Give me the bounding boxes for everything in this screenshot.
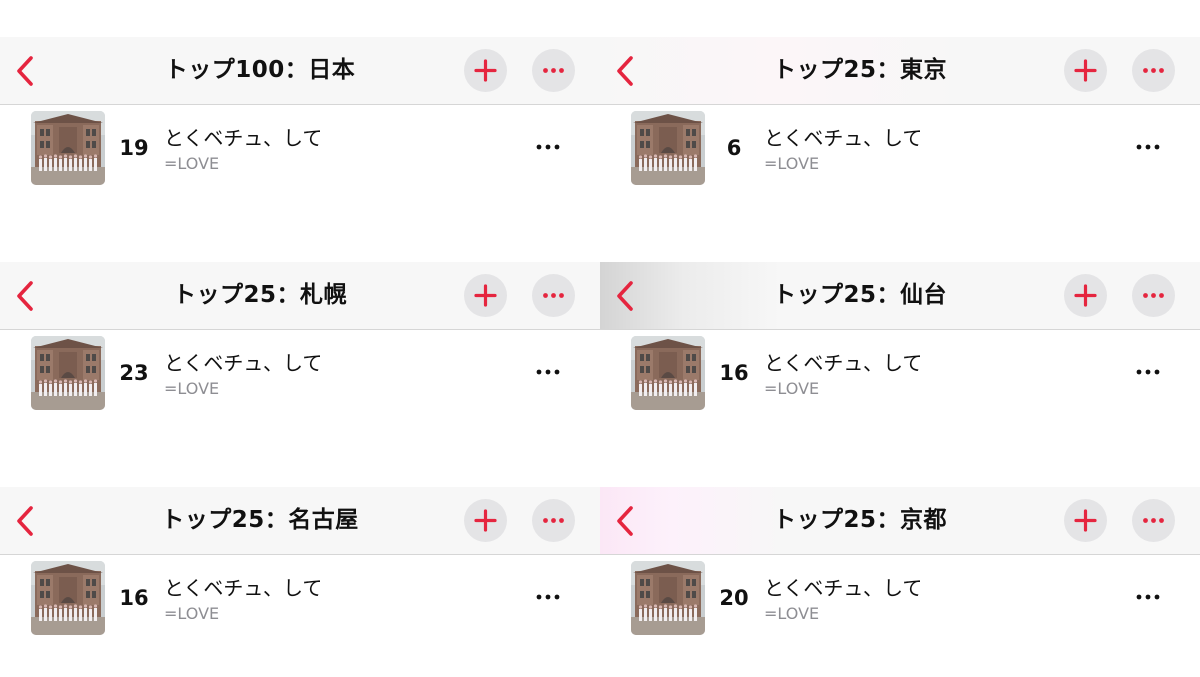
chart-title: トップ100：日本 (164, 57, 356, 83)
chart-rank: 6 (726, 136, 742, 160)
song-artist: =LOVE (764, 604, 820, 623)
plus-icon (1074, 59, 1097, 82)
chevron-left-icon (17, 281, 33, 311)
ellipsis-icon (536, 369, 560, 375)
chart-title: トップ25：名古屋 (161, 507, 359, 533)
add-button[interactable] (1064, 49, 1107, 92)
back-button[interactable] (612, 505, 638, 537)
ellipsis-icon (1136, 144, 1160, 150)
song-row[interactable]: 20 とくベチュ、して =LOVE (600, 554, 1200, 640)
ellipsis-icon (536, 594, 560, 600)
song-title: とくベチュ、して (164, 576, 323, 600)
ellipsis-icon (536, 144, 560, 150)
song-more-button[interactable] (528, 360, 568, 384)
song-row[interactable]: 23 とくベチュ、して =LOVE (0, 329, 600, 415)
song-title: とくベチュ、して (164, 126, 323, 150)
album-artwork[interactable] (31, 336, 105, 410)
chart-title: トップ25：札幌 (172, 282, 347, 308)
chevron-left-icon (17, 56, 33, 86)
song-row[interactable]: 6 とくベチュ、して =LOVE (600, 104, 1200, 190)
song-artist: =LOVE (764, 379, 820, 398)
add-button[interactable] (1064, 499, 1107, 542)
plus-icon (1074, 509, 1097, 532)
song-artist: =LOVE (164, 604, 220, 623)
navigation-bar: トップ25：札幌 (0, 262, 600, 330)
more-button[interactable] (532, 274, 575, 317)
navigation-bar: トップ25：名古屋 (0, 487, 600, 555)
album-artwork[interactable] (31, 561, 105, 635)
song-more-button[interactable] (528, 585, 568, 609)
navigation-bar: トップ100：日本 (0, 37, 600, 105)
album-artwork[interactable] (31, 111, 105, 185)
song-more-button[interactable] (1128, 360, 1168, 384)
back-button[interactable] (12, 505, 38, 537)
back-button[interactable] (612, 280, 638, 312)
song-title: とくベチュ、して (764, 576, 923, 600)
ellipsis-icon (1143, 68, 1164, 73)
chart-panel: トップ25：名古屋 16 とくベチュ、して =LOVE (0, 450, 600, 675)
navigation-bar: トップ25：仙台 (600, 262, 1200, 330)
more-button[interactable] (1132, 49, 1175, 92)
chart-title: トップ25：東京 (772, 57, 947, 83)
song-title: とくベチュ、して (764, 126, 923, 150)
song-artist: =LOVE (764, 154, 820, 173)
ellipsis-icon (1136, 369, 1160, 375)
chart-panel: トップ25：仙台 16 とくベチュ、して =LOVE (600, 225, 1200, 450)
add-button[interactable] (464, 274, 507, 317)
ellipsis-icon (1143, 518, 1164, 523)
navigation-bar: トップ25：京都 (600, 487, 1200, 555)
chevron-left-icon (617, 56, 633, 86)
ellipsis-icon (1143, 293, 1164, 298)
song-more-button[interactable] (528, 135, 568, 159)
album-artwork[interactable] (631, 111, 705, 185)
ellipsis-icon (543, 518, 564, 523)
add-button[interactable] (464, 499, 507, 542)
back-button[interactable] (612, 55, 638, 87)
album-artwork[interactable] (631, 336, 705, 410)
chevron-left-icon (617, 281, 633, 311)
album-artwork[interactable] (631, 561, 705, 635)
add-button[interactable] (464, 49, 507, 92)
screenshot-collage: トップ100：日本 19 とくベチュ、して =LOVE トップ25：東京 6 と… (0, 0, 1200, 677)
more-button[interactable] (1132, 499, 1175, 542)
plus-icon (474, 284, 497, 307)
ellipsis-icon (543, 293, 564, 298)
ellipsis-icon (543, 68, 564, 73)
chart-panel: トップ25：京都 20 とくベチュ、して =LOVE (600, 450, 1200, 675)
more-button[interactable] (1132, 274, 1175, 317)
more-button[interactable] (532, 49, 575, 92)
song-row[interactable]: 16 とくベチュ、して =LOVE (0, 554, 600, 640)
back-button[interactable] (12, 280, 38, 312)
song-more-button[interactable] (1128, 585, 1168, 609)
song-title: とくベチュ、して (164, 351, 323, 375)
back-button[interactable] (12, 55, 38, 87)
chart-title: トップ25：仙台 (772, 282, 947, 308)
plus-icon (474, 509, 497, 532)
chart-rank: 20 (719, 586, 749, 610)
more-button[interactable] (532, 499, 575, 542)
song-row[interactable]: 19 とくベチュ、して =LOVE (0, 104, 600, 190)
song-artist: =LOVE (164, 379, 220, 398)
song-artist: =LOVE (164, 154, 220, 173)
add-button[interactable] (1064, 274, 1107, 317)
song-title: とくベチュ、して (764, 351, 923, 375)
chart-rank: 23 (119, 361, 149, 385)
chart-title: トップ25：京都 (772, 507, 947, 533)
chart-panel: トップ25：東京 6 とくベチュ、して =LOVE (600, 0, 1200, 225)
chevron-left-icon (617, 506, 633, 536)
chart-panel: トップ25：札幌 23 とくベチュ、して =LOVE (0, 225, 600, 450)
chevron-left-icon (17, 506, 33, 536)
chart-panel: トップ100：日本 19 とくベチュ、して =LOVE (0, 0, 600, 225)
plus-icon (1074, 284, 1097, 307)
navigation-bar: トップ25：東京 (600, 37, 1200, 105)
chart-rank: 16 (719, 361, 749, 385)
ellipsis-icon (1136, 594, 1160, 600)
plus-icon (474, 59, 497, 82)
chart-rank: 19 (119, 136, 149, 160)
song-more-button[interactable] (1128, 135, 1168, 159)
song-row[interactable]: 16 とくベチュ、して =LOVE (600, 329, 1200, 415)
chart-rank: 16 (119, 586, 149, 610)
